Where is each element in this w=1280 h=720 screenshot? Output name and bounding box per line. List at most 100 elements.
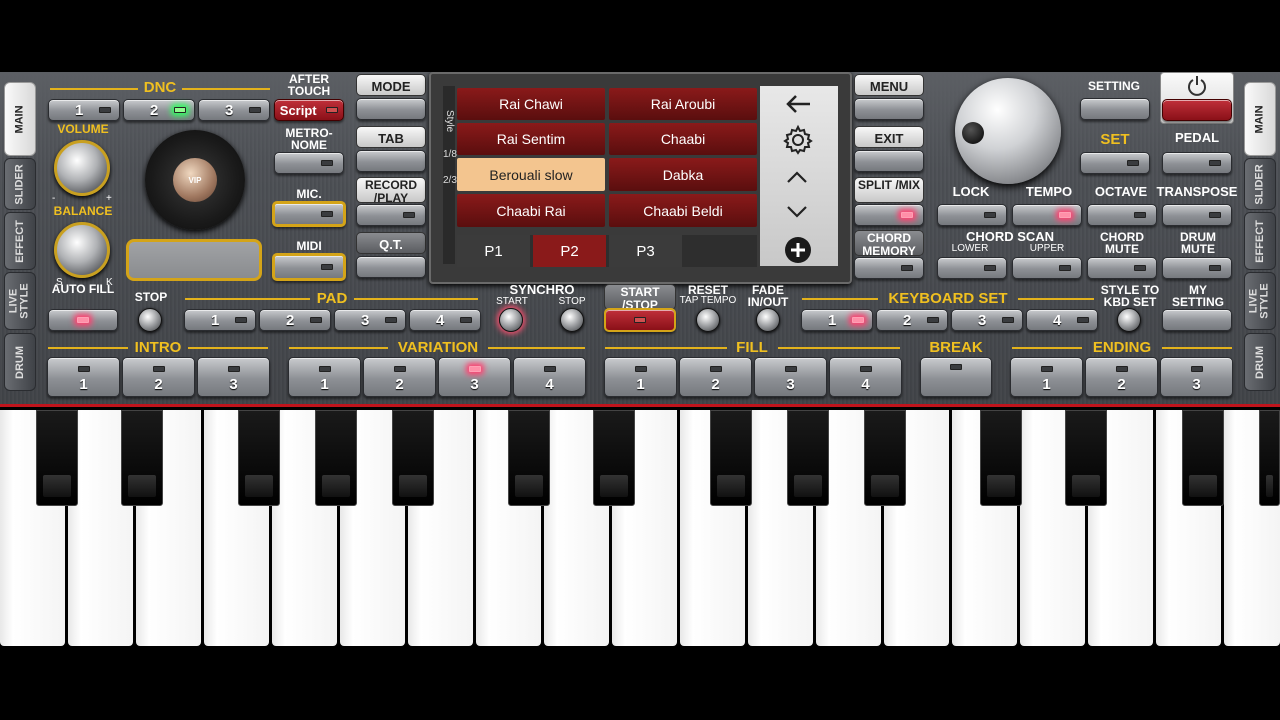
black-key[interactable]	[1065, 410, 1107, 506]
black-key[interactable]	[1259, 410, 1280, 506]
dnc-button-2[interactable]: 2	[123, 99, 195, 121]
tempo-button[interactable]	[1012, 204, 1082, 226]
tab-slider-right[interactable]: SLIDER	[1244, 158, 1276, 210]
fill-button-2[interactable]: 2	[679, 357, 752, 397]
balance-knob[interactable]	[54, 222, 110, 278]
black-key[interactable]	[392, 410, 434, 506]
dnc-button-3[interactable]: 3	[198, 99, 270, 121]
auto-fill-button[interactable]	[48, 309, 118, 331]
style-item[interactable]: Chaabi Beldi	[609, 194, 757, 227]
black-key[interactable]	[980, 410, 1022, 506]
break-button[interactable]	[920, 357, 992, 397]
chord-scan-lower-button[interactable]	[937, 257, 1007, 279]
qt-button[interactable]	[356, 256, 426, 278]
tab-live-style-right[interactable]: LIVE STYLE	[1244, 272, 1276, 330]
fill-button-1[interactable]: 1	[604, 357, 677, 397]
synchro-start-button[interactable]	[499, 308, 523, 332]
style-item[interactable]: Rai Chawi	[457, 88, 605, 120]
black-key[interactable]	[508, 410, 550, 506]
menu-button[interactable]	[854, 98, 924, 120]
script-button[interactable]: Script	[274, 99, 344, 121]
tab-drum-left[interactable]: DRUM	[4, 333, 36, 391]
ending-button-2[interactable]: 2	[1085, 357, 1158, 397]
pedal-button[interactable]	[1162, 152, 1232, 174]
black-key[interactable]	[593, 410, 635, 506]
intro-button-1[interactable]: 1	[47, 357, 120, 397]
tab-main-left[interactable]: MAIN	[4, 82, 36, 156]
page-tab-p2[interactable]: P2	[533, 235, 606, 267]
fill-button-4[interactable]: 4	[829, 357, 902, 397]
drum-mute-button[interactable]	[1162, 257, 1232, 279]
variation-button-1[interactable]: 1	[288, 357, 361, 397]
back-arrow-icon[interactable]	[784, 93, 812, 115]
black-key[interactable]	[121, 410, 163, 506]
tab-button[interactable]	[356, 150, 426, 172]
intro-button-3[interactable]: 3	[197, 357, 270, 397]
ending-button-1[interactable]: 1	[1010, 357, 1083, 397]
style-item[interactable]: Chaabi	[609, 123, 757, 155]
black-key[interactable]	[315, 410, 357, 506]
page-tab-p3[interactable]: P3	[609, 235, 682, 267]
gear-icon[interactable]	[782, 124, 814, 156]
tab-main-right[interactable]: MAIN	[1244, 82, 1276, 156]
tab-effect-right[interactable]: EFFECT	[1244, 212, 1276, 270]
pad-button-3[interactable]: 3	[334, 309, 406, 331]
tab-live-style-left[interactable]: LIVE STYLE	[4, 272, 36, 330]
metronome-button[interactable]	[274, 152, 344, 174]
volume-knob[interactable]	[54, 140, 110, 196]
tab-slider-left[interactable]: SLIDER	[4, 158, 36, 210]
start-stop-button[interactable]	[604, 308, 676, 332]
pad-button-2[interactable]: 2	[259, 309, 331, 331]
exit-button[interactable]	[854, 150, 924, 172]
reset-button[interactable]	[696, 308, 720, 332]
ending-button-3[interactable]: 3	[1160, 357, 1233, 397]
kbd-set-button-2[interactable]: 2	[876, 309, 948, 331]
fade-button[interactable]	[756, 308, 780, 332]
style-item[interactable]: Rai Aroubi	[609, 88, 757, 120]
jog-pad[interactable]	[126, 239, 262, 281]
variation-button-3[interactable]: 3	[438, 357, 511, 397]
style-to-kbd-button[interactable]	[1117, 308, 1141, 332]
pad-button-1[interactable]: 1	[184, 309, 256, 331]
octave-button[interactable]	[1087, 204, 1157, 226]
chord-scan-upper-button[interactable]	[1012, 257, 1082, 279]
add-icon[interactable]	[783, 235, 813, 265]
tab-effect-left[interactable]: EFFECT	[4, 212, 36, 270]
my-setting-button[interactable]	[1162, 309, 1232, 331]
lock-button[interactable]	[937, 204, 1007, 226]
pad-button-4[interactable]: 4	[409, 309, 481, 331]
black-key[interactable]	[238, 410, 280, 506]
chevron-up-icon[interactable]	[786, 169, 808, 185]
fill-button-3[interactable]: 3	[754, 357, 827, 397]
power-button[interactable]	[1162, 99, 1232, 121]
split-mix-button[interactable]	[854, 204, 924, 226]
chord-mute-button[interactable]	[1087, 257, 1157, 279]
style-item-selected[interactable]: Berouali slow	[457, 158, 605, 191]
kbd-set-button-4[interactable]: 4	[1026, 309, 1098, 331]
black-key[interactable]	[710, 410, 752, 506]
kbd-set-button-3[interactable]: 3	[951, 309, 1023, 331]
tab-drum-right[interactable]: DRUM	[1244, 333, 1276, 391]
synchro-stop-button[interactable]	[560, 308, 584, 332]
set-button[interactable]	[1080, 152, 1150, 174]
variation-button-4[interactable]: 4	[513, 357, 586, 397]
black-key[interactable]	[864, 410, 906, 506]
variation-button-2[interactable]: 2	[363, 357, 436, 397]
mic-button[interactable]	[272, 201, 346, 227]
style-item[interactable]: Dabka	[609, 158, 757, 191]
dnc-button-1[interactable]: 1	[48, 99, 120, 121]
black-key[interactable]	[36, 410, 78, 506]
chord-memory-button[interactable]	[854, 257, 924, 279]
kbd-set-button-1[interactable]: 1	[801, 309, 873, 331]
page-tab-p1[interactable]: P1	[457, 235, 530, 267]
style-item[interactable]: Rai Sentim	[457, 123, 605, 155]
black-key[interactable]	[787, 410, 829, 506]
pad-stop-button[interactable]	[138, 308, 162, 332]
chevron-down-icon[interactable]	[786, 204, 808, 220]
style-item[interactable]: Chaabi Rai	[457, 194, 605, 227]
midi-button[interactable]	[272, 253, 346, 281]
record-play-button[interactable]	[356, 204, 426, 226]
black-key[interactable]	[1182, 410, 1224, 506]
setting-button[interactable]	[1080, 98, 1150, 120]
transpose-button[interactable]	[1162, 204, 1232, 226]
